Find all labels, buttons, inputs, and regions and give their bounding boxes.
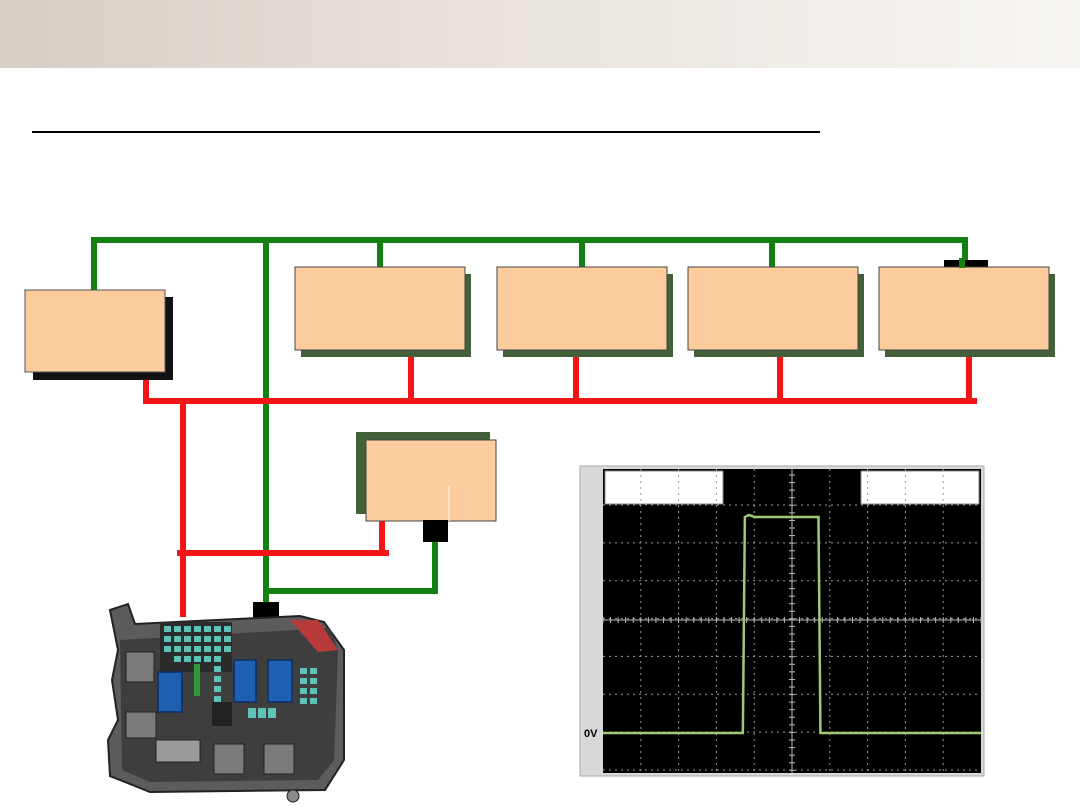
oscilloscope: 0V: [579, 465, 985, 777]
module-2: [294, 266, 471, 357]
module-5: [878, 258, 1055, 357]
module-lower: [356, 432, 497, 542]
module-4: [687, 266, 864, 357]
connector-block-icon: [423, 520, 448, 542]
green-wire-to-lower-module: [263, 537, 438, 594]
module-1: [24, 289, 173, 380]
network-diagram: 0V: [24, 237, 1055, 803]
red-bus-trunk: [143, 373, 977, 404]
fuse-box-icon: [106, 602, 345, 803]
red-wire-to-lower-module: [177, 515, 389, 556]
zero-volt-label: 0V: [584, 728, 598, 740]
module-3: [496, 266, 673, 357]
oscilloscope-label-box-right: [860, 470, 980, 505]
oscilloscope-label-box-left: [604, 470, 724, 505]
